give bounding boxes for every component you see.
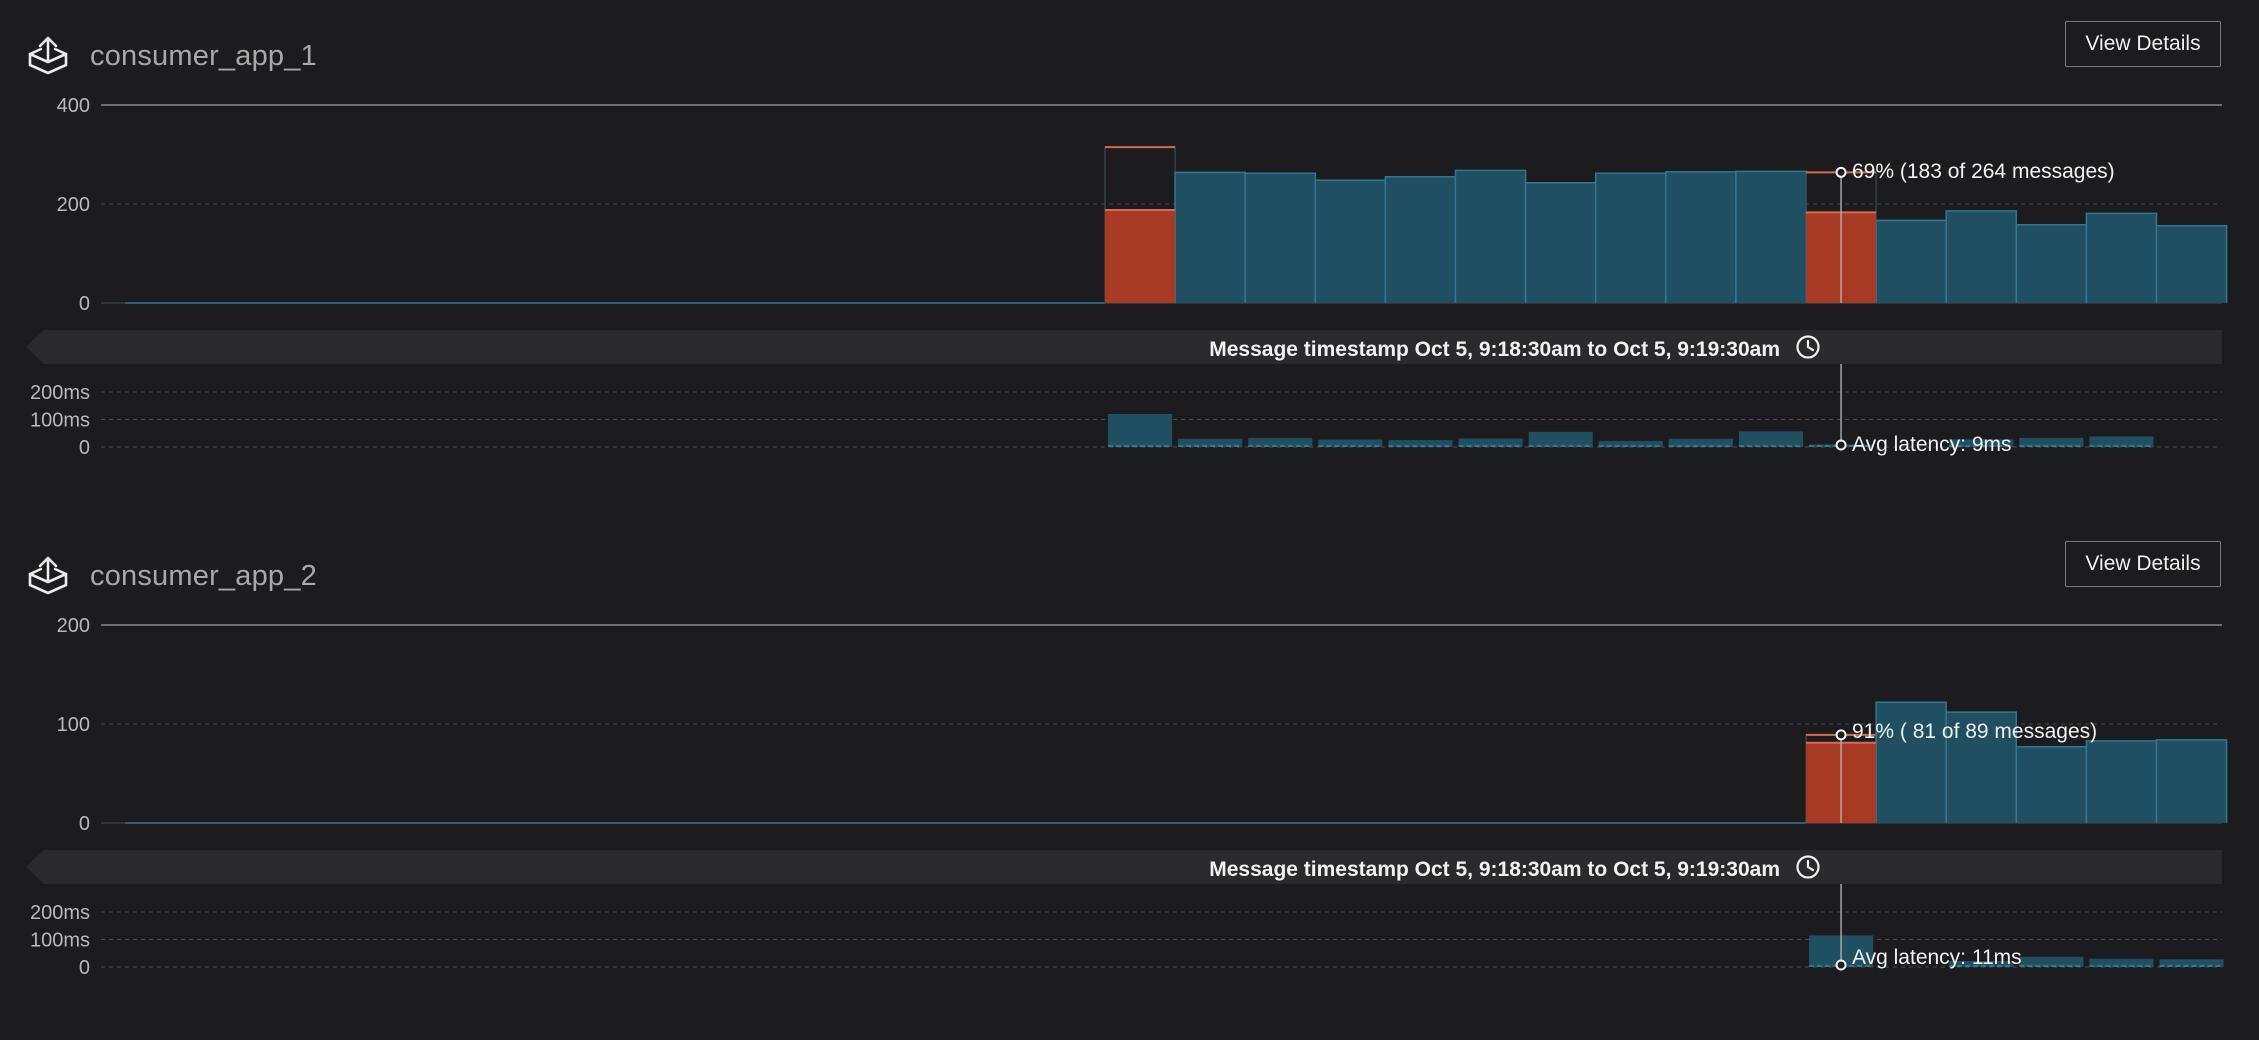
- tooltip-avg-latency: Avg latency: 9ms: [1852, 433, 2012, 456]
- bar: [1735, 171, 1806, 303]
- y-tick-label: 200: [57, 194, 90, 216]
- latency-bar: [1108, 414, 1173, 447]
- timestamp-label: Message timestamp Oct 5, 9:18:30am to Oc…: [1209, 858, 1780, 881]
- latency-tick-label: 200ms: [30, 902, 90, 924]
- bar: [1595, 173, 1666, 303]
- hover-point-latency: [1835, 439, 1847, 451]
- bar: [1665, 171, 1736, 303]
- timestamp-label: Message timestamp Oct 5, 9:18:30am to Oc…: [1209, 338, 1780, 361]
- hover-point: [1835, 729, 1847, 741]
- latency-bar: [1738, 431, 1803, 447]
- consumer-panel-1: consumer_app_1 View Details 400 200 0 200ms…: [0, 0, 2259, 520]
- tooltip-message-count: 91% ( 81 of 89 messages): [1852, 720, 2097, 743]
- message-count-chart[interactable]: 400 200 0 200ms 100ms 0 Message timestamp Oct…: [0, 0, 2259, 520]
- bar: [2156, 225, 2227, 303]
- bar: [2016, 746, 2087, 823]
- latency-bar: [1528, 431, 1593, 447]
- latency-tick-label: 100ms: [30, 410, 90, 432]
- bar: [1946, 210, 2017, 303]
- y-tick-label: 0: [79, 813, 90, 835]
- bar: [1385, 176, 1456, 303]
- hover-point: [1835, 166, 1847, 178]
- y-tick-label: 200: [57, 615, 90, 637]
- bar: [2016, 224, 2087, 303]
- latency-tick-label: 100ms: [30, 930, 90, 952]
- bar: [2156, 739, 2227, 823]
- latency-tick-label: 200ms: [30, 382, 90, 404]
- bar: [1525, 182, 1596, 303]
- latency-tick-label: 0: [79, 437, 90, 459]
- latency-tick-label: 0: [79, 957, 90, 979]
- bar: [2086, 740, 2157, 823]
- bar: [1245, 173, 1316, 303]
- bar: [1175, 172, 1246, 303]
- message-count-chart[interactable]: 200 100 0 200ms 100ms 0 Message timestamp Oct…: [0, 520, 2259, 1040]
- bar: [1876, 220, 1947, 303]
- tooltip-avg-latency: Avg latency: 11ms: [1852, 946, 2022, 969]
- y-tick-label: 100: [57, 714, 90, 736]
- y-tick-label: 0: [79, 293, 90, 315]
- consumer-panel-2: consumer_app_2 View Details 200 100 0 200ms…: [0, 520, 2259, 1040]
- tooltip-message-count: 69% (183 of 264 messages): [1852, 160, 2115, 183]
- bar: [2086, 213, 2157, 303]
- y-tick-label: 400: [57, 95, 90, 117]
- bar: [1315, 180, 1386, 303]
- timestamp-band[interactable]: [26, 850, 2222, 884]
- timestamp-band[interactable]: [26, 330, 2222, 364]
- error-bar: [1105, 209, 1176, 303]
- hover-point-latency: [1835, 959, 1847, 971]
- bar: [1455, 170, 1526, 303]
